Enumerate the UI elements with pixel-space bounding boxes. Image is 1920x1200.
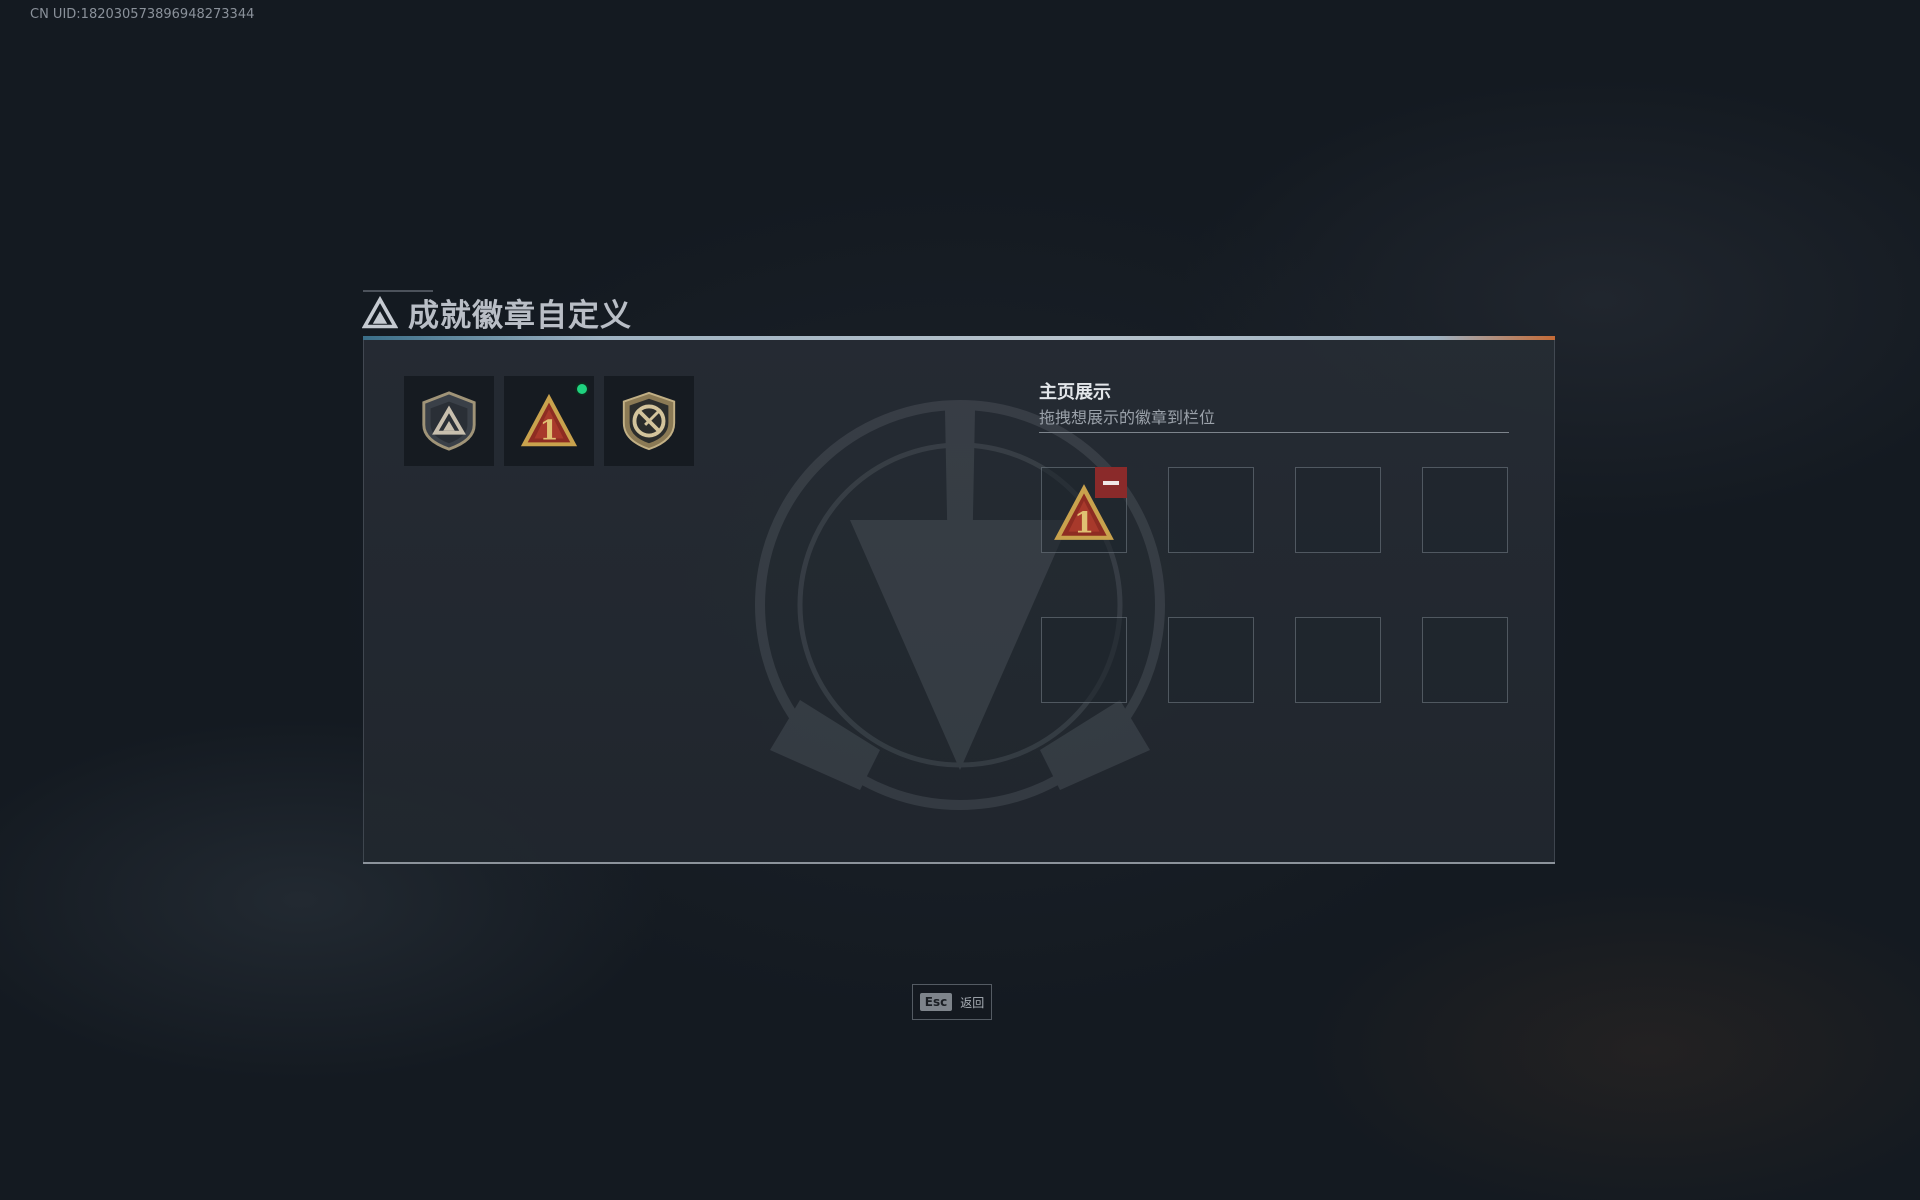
- no-knife-shield-badge-icon: [622, 391, 676, 451]
- page-title: 成就徽章自定义: [408, 298, 632, 334]
- remove-badge-button[interactable]: [1095, 467, 1127, 498]
- back-button[interactable]: Esc 返回: [912, 984, 992, 1020]
- panel-top-accent-bar: [363, 336, 1555, 340]
- svg-text:1: 1: [540, 415, 559, 446]
- page-header: 成就徽章自定义: [362, 290, 632, 335]
- shield-triangle-badge-icon: [422, 391, 476, 451]
- showcase-slot-8[interactable]: [1422, 617, 1508, 703]
- minus-icon: [1103, 480, 1119, 485]
- esc-key-hint: Esc: [919, 993, 953, 1011]
- title-decoration: [363, 290, 433, 292]
- owned-badge-2[interactable]: 1: [504, 376, 594, 466]
- first-place-triangle-badge-icon: 1: [520, 393, 578, 446]
- showcase-subtitle: 拖拽想展示的徽章到栏位: [1039, 408, 1216, 427]
- delta-logo-icon: [362, 295, 398, 328]
- showcase-slot-5[interactable]: [1041, 617, 1127, 703]
- showcase-slot-2[interactable]: [1168, 467, 1254, 553]
- showcase-slot-7[interactable]: [1295, 617, 1381, 703]
- panel-bottom-line: [363, 862, 1555, 864]
- owned-badge-3[interactable]: [604, 376, 694, 466]
- showcase-slot-3[interactable]: [1295, 467, 1381, 553]
- showcase-title: 主页展示: [1039, 382, 1111, 403]
- svg-text:1: 1: [1074, 506, 1094, 540]
- user-id-label: CN UID:182030573896948273344: [30, 7, 255, 22]
- back-label: 返回: [960, 995, 985, 1010]
- showcase-slot-4[interactable]: [1422, 467, 1508, 553]
- new-indicator-dot: [575, 382, 589, 396]
- showcase-slot-6[interactable]: [1168, 617, 1254, 703]
- showcase-slot-1[interactable]: 1: [1041, 467, 1127, 553]
- emblem-watermark-icon: [755, 400, 1165, 810]
- showcase-divider: [1039, 432, 1509, 433]
- owned-badge-1[interactable]: [404, 376, 494, 466]
